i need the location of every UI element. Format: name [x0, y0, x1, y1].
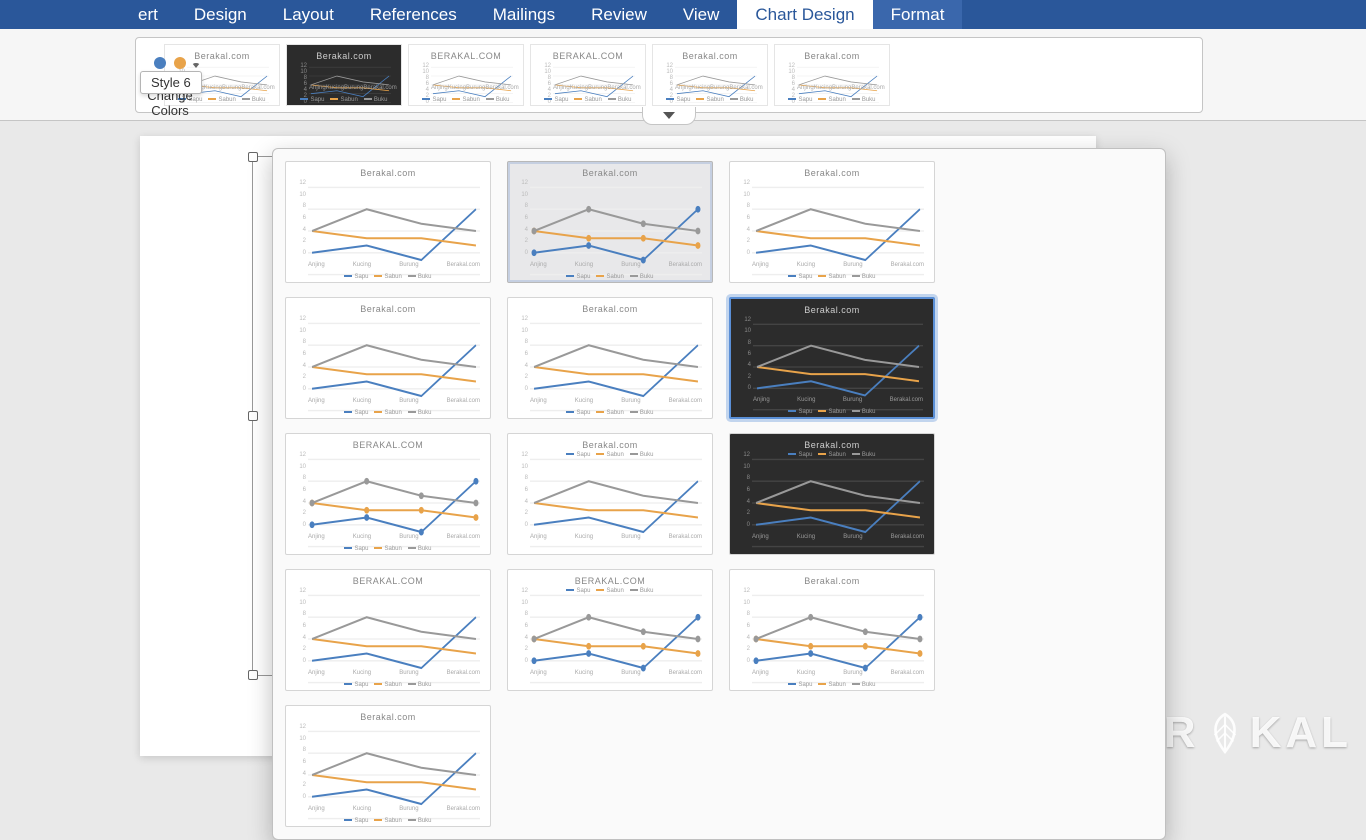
chart-title: Berakal.com — [508, 434, 712, 450]
tab-format[interactable]: Format — [873, 0, 963, 29]
ribbon-style-r2[interactable]: Berakal.com121086420AnjingKucingBurungBe… — [286, 44, 402, 106]
resize-handle[interactable] — [248, 670, 258, 680]
style-tooltip: Style 6 — [140, 71, 202, 94]
chart-title: Berakal.com — [286, 162, 490, 178]
tab-review[interactable]: Review — [573, 0, 665, 29]
chart-title: Berakal.com — [508, 298, 712, 314]
tab-ert[interactable]: ert — [120, 0, 176, 29]
chart-style-option-style-3[interactable]: Berakal.com121086420AnjingKucingBurungBe… — [729, 161, 935, 283]
chart-title: Berakal.com — [731, 299, 933, 315]
chart-style-option-style-2[interactable]: Berakal.com121086420AnjingKucingBurungBe… — [507, 161, 713, 283]
ribbon-tabs: ertDesignLayoutReferencesMailingsReviewV… — [0, 0, 1366, 29]
ribbon-style-r3[interactable]: BERAKAL.COM121086420AnjingKucingBurungBe… — [408, 44, 524, 106]
tab-layout[interactable]: Layout — [265, 0, 352, 29]
chart-title: Berakal.com — [775, 45, 889, 61]
chart-style-option-style-8[interactable]: Berakal.com121086420AnjingKucingBurungBe… — [507, 433, 713, 555]
chart-style-option-style-10[interactable]: BERAKAL.COM121086420AnjingKucingBurungBe… — [285, 569, 491, 691]
resize-handle[interactable] — [248, 411, 258, 421]
chart-style-option-style-6[interactable]: Berakal.com121086420AnjingKucingBurungBe… — [729, 297, 935, 419]
tab-view[interactable]: View — [665, 0, 738, 29]
chart-title: BERAKAL.COM — [286, 570, 490, 586]
chart-title: Berakal.com — [508, 162, 712, 178]
chart-style-option-style-7[interactable]: BERAKAL.COM121086420AnjingKucingBurungBe… — [285, 433, 491, 555]
chart-title: Berakal.com — [286, 706, 490, 722]
tab-mailings[interactable]: Mailings — [475, 0, 573, 29]
chart-title: Berakal.com — [286, 298, 490, 314]
chart-styles-strip: ◀ Berakal.com121086420AnjingKucingBurung… — [135, 37, 1203, 113]
chart-title: BERAKAL.COM — [508, 570, 712, 586]
leaf-icon — [1204, 712, 1246, 754]
chart-style-option-style-1[interactable]: Berakal.com121086420AnjingKucingBurungBe… — [285, 161, 491, 283]
ribbon-chart-design: Style 6 ChangeColors ◀ Berakal.com121086… — [0, 29, 1366, 121]
chart-style-option-style-4[interactable]: Berakal.com121086420AnjingKucingBurungBe… — [285, 297, 491, 419]
chart-style-option-style-5[interactable]: Berakal.com121086420AnjingKucingBurungBe… — [507, 297, 713, 419]
ribbon-style-r6[interactable]: Berakal.com121086420AnjingKucingBurungBe… — [774, 44, 890, 106]
tab-references[interactable]: References — [352, 0, 475, 29]
resize-handle[interactable] — [248, 152, 258, 162]
chart-styles-gallery: Berakal.com121086420AnjingKucingBurungBe… — [272, 148, 1166, 840]
tab-chart-design[interactable]: Chart Design — [737, 0, 872, 29]
chart-title: BERAKAL.COM — [531, 45, 645, 61]
chart-style-option-style-13[interactable]: Berakal.com121086420AnjingKucingBurungBe… — [285, 705, 491, 827]
chart-title: BERAKAL.COM — [286, 434, 490, 450]
styles-expand-toggle[interactable] — [642, 107, 696, 125]
tab-design[interactable]: Design — [176, 0, 265, 29]
chart-title: Berakal.com — [287, 45, 401, 61]
ribbon-style-r4[interactable]: BERAKAL.COM121086420AnjingKucingBurungBe… — [530, 44, 646, 106]
chart-title: Berakal.com — [730, 162, 934, 178]
ribbon-style-r5[interactable]: Berakal.com121086420AnjingKucingBurungBe… — [652, 44, 768, 106]
chart-title: Berakal.com — [653, 45, 767, 61]
chart-title: Berakal.com — [730, 434, 934, 450]
chart-title: BERAKAL.COM — [409, 45, 523, 61]
chart-style-option-style-11[interactable]: BERAKAL.COM121086420AnjingKucingBurungBe… — [507, 569, 713, 691]
chart-style-option-style-9[interactable]: Berakal.com121086420AnjingKucingBurungBe… — [729, 433, 935, 555]
chart-title: Berakal.com — [730, 570, 934, 586]
chart-style-option-style-12[interactable]: Berakal.com121086420AnjingKucingBurungBe… — [729, 569, 935, 691]
